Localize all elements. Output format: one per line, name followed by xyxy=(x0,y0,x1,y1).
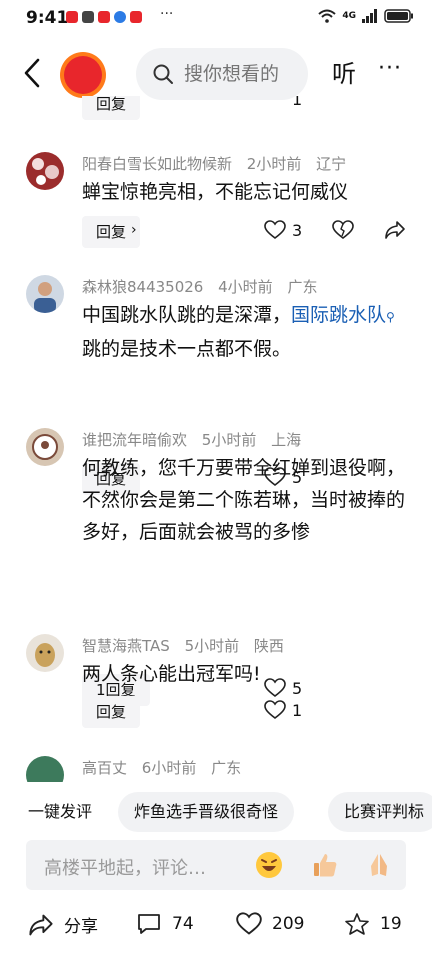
comment-list[interactable]: 回复 1 阳春白雪长如此物候新 2小时前 辽宁 蝉宝惊艳亮相，不能忘记何威仪 回… xyxy=(0,96,432,782)
more-menu-button[interactable]: ··· xyxy=(378,56,402,81)
bottom-action-bar: 分享 74 209 19 xyxy=(0,902,432,954)
username[interactable]: 高百丈 xyxy=(82,759,127,777)
avatar[interactable] xyxy=(26,756,64,782)
topic-link[interactable]: 国际跳水队 xyxy=(291,304,386,326)
praying-hands-emoji-icon[interactable] xyxy=(364,850,394,880)
comment-location: 辽宁 xyxy=(316,155,347,173)
comment-location: 上海 xyxy=(271,431,302,449)
like-count: 1 xyxy=(292,700,303,720)
heart-icon xyxy=(264,700,286,720)
share-button[interactable]: 分享 xyxy=(28,912,98,937)
battery-icon xyxy=(384,9,413,23)
comment-input[interactable]: 高楼平地起，评论… xyxy=(26,840,406,890)
status-bar: 9:41 ··· 4G xyxy=(0,0,432,36)
comment-time: 4小时前 xyxy=(218,278,273,296)
comment-time: 5小时前 xyxy=(184,637,240,655)
comment-text: 中国跳水队跳的是深潭，国际跳水队⚲ 跳的是技术一点都不假。 xyxy=(82,299,412,365)
avatar[interactable] xyxy=(26,275,64,313)
username[interactable]: 森林狼84435026 xyxy=(82,278,203,296)
system-icons: 4G xyxy=(318,9,414,23)
signal-icon xyxy=(362,9,377,23)
username[interactable]: 阳春白雪长如此物候新 xyxy=(82,155,232,173)
app-notification-icon xyxy=(66,11,78,23)
star-icon xyxy=(345,913,369,935)
status-app-icons xyxy=(66,11,142,23)
comment-meta: 智慧海燕TAS 5小时前 陕西 xyxy=(82,635,294,656)
text-after: 跳的是技术一点都不假。 xyxy=(82,338,292,360)
comment-time: 2小时前 xyxy=(246,155,302,173)
quick-reply-bar: 一键发评 炸鱼选手晋级很奇怪 比赛评判标 xyxy=(0,790,432,834)
comments-button[interactable]: 74 xyxy=(136,912,194,936)
chevron-right-icon: › xyxy=(131,222,137,238)
comment-text: 两人条心能出冠军吗! xyxy=(82,663,261,685)
text-before: 中国跳水队跳的是深潭， xyxy=(82,304,292,326)
like-button[interactable]: 1 xyxy=(264,700,302,720)
avatar-image xyxy=(32,434,58,460)
avatar[interactable] xyxy=(26,152,64,190)
channel-logo[interactable] xyxy=(60,52,106,98)
heart-icon xyxy=(264,220,286,240)
comment-text: 蝉宝惊艳亮相，不能忘记何威仪 xyxy=(82,181,349,203)
like-count: 209 xyxy=(272,914,305,934)
dislike-heart-icon[interactable] xyxy=(332,220,354,240)
comment-input-placeholder: 高楼平地起，评论… xyxy=(44,858,206,879)
app-notification-icon xyxy=(82,11,94,23)
logo-inner xyxy=(64,56,102,94)
comment-location: 广东 xyxy=(211,759,242,777)
username[interactable]: 谁把流年暗偷欢 xyxy=(82,431,187,449)
like-button[interactable]: 1 xyxy=(264,96,302,109)
app-notification-icon xyxy=(130,11,142,23)
avatar[interactable] xyxy=(26,634,64,672)
favorite-count: 19 xyxy=(380,914,402,934)
search-box[interactable] xyxy=(136,48,308,100)
reply-button[interactable]: 回复 xyxy=(82,696,141,728)
link-search-icon[interactable]: ⚲ xyxy=(386,310,395,324)
comment-bubble-icon xyxy=(138,914,160,934)
search-icon xyxy=(153,64,173,84)
quick-reply-chip[interactable]: 比赛评判标 xyxy=(328,792,432,832)
avatar-image xyxy=(32,158,59,185)
like-count: 1 xyxy=(292,96,303,109)
comment-time: 6小时前 xyxy=(141,759,197,777)
comment-meta: 森林狼84435026 4小时前 广东 xyxy=(82,276,327,297)
comment-meta: 高百丈 6小时前 广东 xyxy=(82,757,251,778)
share-arrow-icon[interactable] xyxy=(384,220,406,240)
status-more-dots: ··· xyxy=(160,6,174,22)
reply-button[interactable]: 回复 xyxy=(82,96,141,120)
avatar-image xyxy=(34,282,56,313)
comment-location: 广东 xyxy=(287,278,318,296)
like-count: 3 xyxy=(292,220,303,240)
back-arrow-icon[interactable] xyxy=(20,54,46,92)
comment-location: 陕西 xyxy=(253,637,284,655)
share-label: 分享 xyxy=(64,917,98,937)
quick-reply-chip[interactable]: 一键发评 xyxy=(12,792,108,832)
status-time: 9:41 xyxy=(26,8,69,28)
comment-time: 5小时前 xyxy=(201,431,257,449)
favorite-button[interactable]: 19 xyxy=(344,912,402,936)
comment-meta: 谁把流年暗偷欢 5小时前 上海 xyxy=(82,429,311,450)
app-notification-icon xyxy=(114,11,126,23)
comment-count: 74 xyxy=(172,914,194,934)
wifi-icon xyxy=(318,9,337,23)
app-notification-icon xyxy=(98,11,110,23)
listen-button[interactable]: 听 xyxy=(332,54,356,89)
search-input[interactable] xyxy=(182,62,306,86)
comment-text: 何教练，您千万要带全红婵到退役啊，不然你会是第二个陈若琳，当时被捧的多好，后面就… xyxy=(82,457,406,543)
avatar[interactable] xyxy=(26,428,64,466)
like-button[interactable]: 3 xyxy=(264,220,302,240)
like-button[interactable]: 209 xyxy=(236,912,304,936)
laughing-emoji-icon[interactable] xyxy=(254,850,284,880)
comment-meta: 阳春白雪长如此物候新 2小时前 辽宁 xyxy=(82,153,356,174)
quick-reply-chip[interactable]: 炸鱼选手晋级很奇怪 xyxy=(118,792,295,832)
username[interactable]: 智慧海燕TAS xyxy=(82,637,170,655)
heart-icon xyxy=(236,912,262,935)
network-type: 4G xyxy=(342,11,356,21)
share-arrow-icon xyxy=(29,914,53,935)
thumbs-up-emoji-icon[interactable] xyxy=(310,850,340,880)
avatar-image xyxy=(35,643,55,667)
